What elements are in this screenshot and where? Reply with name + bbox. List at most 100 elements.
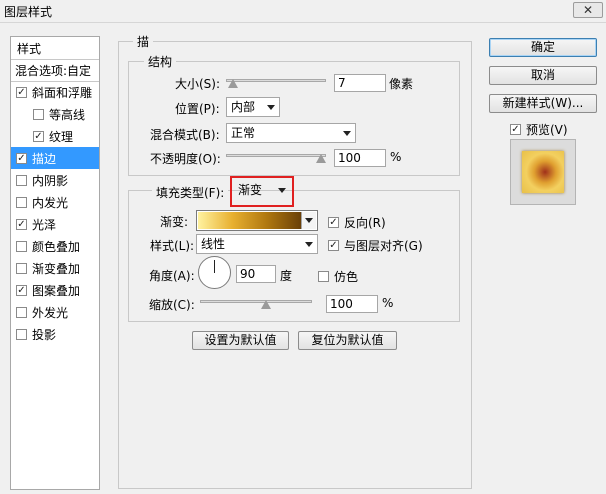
title-bar bbox=[0, 0, 606, 23]
gradient-style-value: 线性 bbox=[201, 237, 226, 251]
style-list: 样式 混合选项:自定 ✓ 斜面和浮雕 等高线 ✓ 纹理 ✓ 描边 内阴影 内发光 ✓ 光泽 颜色叠加渐… bbox=[10, 36, 100, 490]
opacity-input[interactable]: 100 bbox=[334, 149, 386, 167]
align-checkbox[interactable]: ✓ bbox=[328, 240, 339, 251]
structure-group-title: 结构 bbox=[144, 53, 177, 70]
reverse-label: 反向(R) bbox=[344, 216, 386, 230]
angle-input[interactable]: 90 bbox=[236, 265, 276, 283]
dither-option[interactable]: 仿色 bbox=[318, 268, 358, 285]
style-item-checkbox[interactable]: ✓ bbox=[16, 152, 27, 164]
scale-slider[interactable] bbox=[200, 300, 312, 303]
preview-thumbnail bbox=[510, 139, 576, 205]
dither-label: 仿色 bbox=[334, 270, 359, 284]
gradient-label: 渐变: bbox=[160, 215, 189, 229]
style-item[interactable]: 渐变叠加 bbox=[11, 257, 99, 279]
chevron-down-icon bbox=[305, 242, 313, 247]
scale-unit: % bbox=[382, 296, 394, 310]
style-item[interactable]: ✓ 光泽 bbox=[11, 213, 99, 235]
scale-input[interactable]: 100 bbox=[326, 295, 378, 313]
style-item-checkbox[interactable] bbox=[16, 262, 27, 274]
style-item[interactable]: 外发光 bbox=[11, 301, 99, 323]
new-style-button[interactable]: 新建样式(W)... bbox=[489, 94, 597, 113]
angle-dial[interactable] bbox=[198, 256, 231, 289]
fill-type-select[interactable]: 渐变 bbox=[234, 181, 290, 201]
style-item[interactable]: ✓ 描边 bbox=[11, 147, 99, 169]
style-item-label: 描边 bbox=[32, 151, 57, 166]
style-item[interactable]: 颜色叠加 bbox=[11, 235, 99, 257]
preview-swatch bbox=[522, 151, 564, 193]
close-button[interactable]: ✕ bbox=[573, 2, 603, 18]
gradient-style-select[interactable]: 线性 bbox=[196, 234, 318, 254]
scale-slider-thumb[interactable] bbox=[261, 300, 272, 309]
style-item-label: 渐变叠加 bbox=[32, 261, 81, 276]
size-label: 大小(S): bbox=[175, 77, 221, 91]
gradient-dropdown-button[interactable] bbox=[301, 212, 316, 229]
stroke-group-title: 描 bbox=[133, 33, 154, 50]
set-default-button[interactable]: 设置为默认值 bbox=[192, 331, 289, 350]
blend-options-item[interactable]: 混合选项:自定 bbox=[11, 59, 99, 82]
scale-label: 缩放(C): bbox=[149, 298, 195, 312]
blend-mode-select[interactable]: 正常 bbox=[226, 123, 356, 143]
blend-mode-value: 正常 bbox=[231, 126, 256, 140]
fill-type-label: 填充类型(F): bbox=[152, 184, 229, 201]
opacity-slider[interactable] bbox=[226, 154, 326, 157]
cancel-button[interactable]: 取消 bbox=[489, 66, 597, 85]
style-item-label: 光泽 bbox=[32, 217, 57, 232]
preview-option[interactable]: ✓ 预览(V) bbox=[510, 121, 568, 138]
reset-default-button[interactable]: 复位为默认值 bbox=[298, 331, 397, 350]
position-select[interactable]: 内部 bbox=[226, 97, 280, 117]
style-item-label: 等高线 bbox=[49, 107, 86, 122]
angle-label: 角度(A): bbox=[149, 269, 195, 283]
chevron-down-icon bbox=[278, 188, 286, 193]
style-label: 样式(L): bbox=[150, 239, 195, 253]
window-title: 图层样式 bbox=[4, 5, 53, 19]
dither-checkbox[interactable] bbox=[318, 271, 329, 282]
style-item-checkbox[interactable]: ✓ bbox=[16, 86, 27, 98]
style-item-checkbox[interactable] bbox=[16, 240, 27, 252]
gradient-picker[interactable] bbox=[196, 210, 318, 231]
style-item-checkbox[interactable] bbox=[16, 328, 27, 340]
style-item-label: 斜面和浮雕 bbox=[32, 85, 93, 100]
size-slider[interactable] bbox=[226, 79, 326, 82]
size-slider-thumb[interactable] bbox=[227, 79, 238, 88]
chevron-down-icon bbox=[343, 131, 351, 136]
style-item[interactable]: 投影 bbox=[11, 323, 99, 345]
align-label: 与图层对齐(G) bbox=[344, 239, 423, 253]
style-item[interactable]: 内发光 bbox=[11, 191, 99, 213]
style-item-label: 外发光 bbox=[32, 305, 69, 320]
blend-mode-label: 混合模式(B): bbox=[150, 128, 220, 142]
style-item-checkbox[interactable]: ✓ bbox=[16, 284, 27, 296]
chevron-down-icon bbox=[267, 105, 275, 110]
gradient-swatch bbox=[198, 212, 301, 229]
opacity-label: 不透明度(O): bbox=[150, 152, 221, 166]
opacity-slider-thumb[interactable] bbox=[316, 154, 326, 163]
style-item-checkbox[interactable]: ✓ bbox=[33, 130, 44, 142]
size-input[interactable]: 7 bbox=[334, 74, 386, 92]
style-item[interactable]: ✓ 纹理 bbox=[11, 125, 99, 147]
style-item-checkbox[interactable]: ✓ bbox=[16, 218, 27, 230]
reverse-checkbox[interactable]: ✓ bbox=[328, 217, 339, 228]
style-item[interactable]: ✓ 图案叠加 bbox=[11, 279, 99, 301]
style-item[interactable]: 内阴影 bbox=[11, 169, 99, 191]
close-icon: ✕ bbox=[582, 3, 594, 17]
style-item-checkbox[interactable] bbox=[33, 108, 44, 120]
align-option[interactable]: ✓ 与图层对齐(G) bbox=[328, 237, 423, 254]
reverse-option[interactable]: ✓ 反向(R) bbox=[328, 214, 386, 231]
style-item-label: 颜色叠加 bbox=[32, 239, 81, 254]
style-item[interactable]: ✓ 斜面和浮雕 bbox=[11, 81, 99, 103]
style-item[interactable]: 等高线 bbox=[11, 103, 99, 125]
preview-label: 预览(V) bbox=[526, 123, 568, 137]
chevron-down-icon bbox=[305, 218, 313, 223]
ok-button[interactable]: 确定 bbox=[489, 38, 597, 57]
style-item-checkbox[interactable] bbox=[16, 196, 27, 208]
style-item-checkbox[interactable] bbox=[16, 306, 27, 318]
styles-header[interactable]: 样式 bbox=[11, 37, 99, 60]
angle-dial-needle bbox=[214, 260, 215, 273]
style-item-checkbox[interactable] bbox=[16, 174, 27, 186]
position-label: 位置(P): bbox=[175, 102, 220, 116]
position-value: 内部 bbox=[231, 100, 256, 114]
fill-type-value: 渐变 bbox=[238, 183, 263, 197]
style-item-label: 内发光 bbox=[32, 195, 69, 210]
preview-checkbox[interactable]: ✓ bbox=[510, 124, 521, 135]
size-unit: 像素 bbox=[389, 77, 414, 91]
opacity-unit: % bbox=[390, 150, 402, 164]
